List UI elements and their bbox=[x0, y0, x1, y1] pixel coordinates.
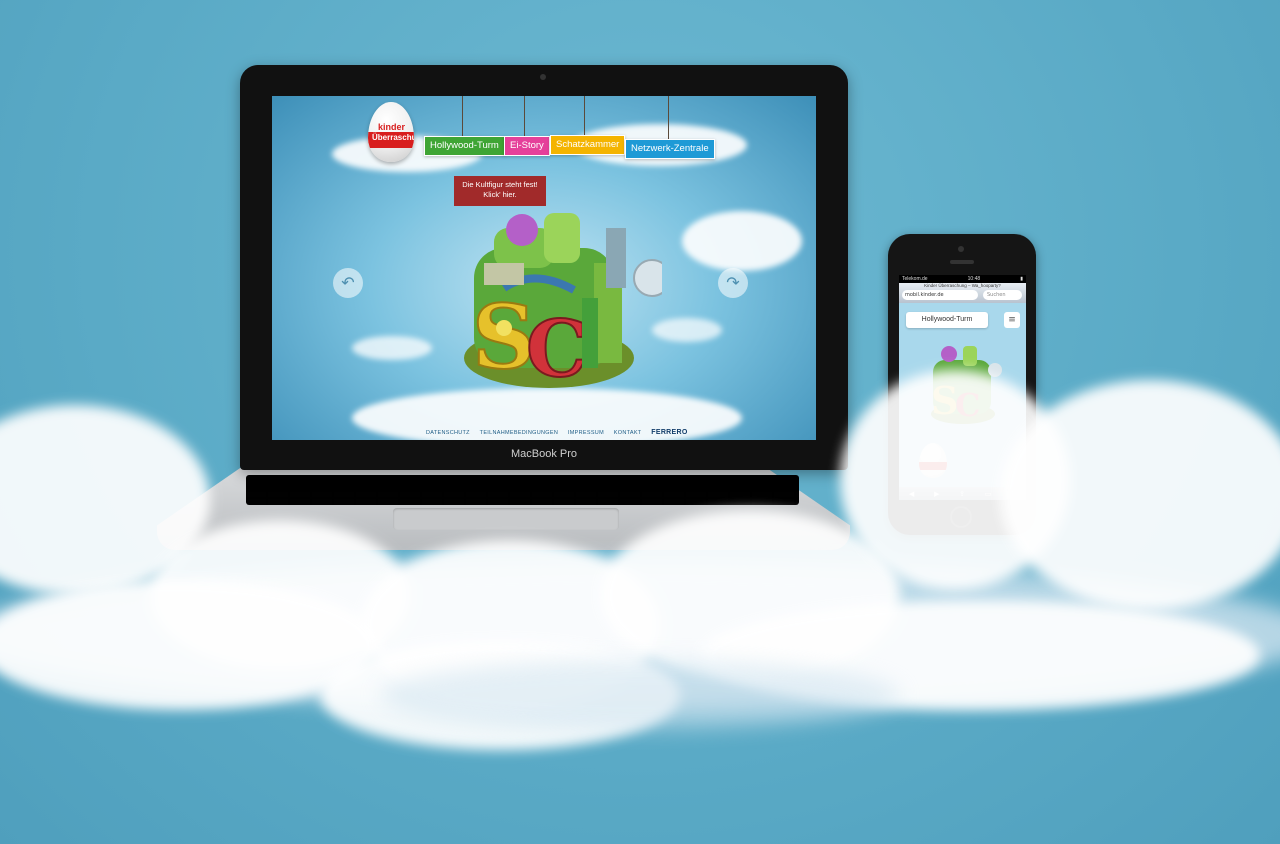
back-arrow-icon: ↶ bbox=[341, 273, 355, 292]
nav-string bbox=[584, 96, 585, 136]
time-label: 10:48 bbox=[967, 276, 981, 282]
laptop-screen: kinder Überraschung Hollywood-Turm Ei-St… bbox=[272, 96, 816, 440]
mobile-section-select[interactable]: Hollywood-Turm bbox=[906, 312, 988, 328]
phone-speaker bbox=[950, 260, 974, 264]
laptop-trackpad bbox=[393, 508, 619, 530]
logo-kinder-text: kinder bbox=[378, 122, 406, 132]
page-title: Kinder Überraschung – Wa_hooparty? bbox=[924, 283, 1001, 288]
floating-island-illustration[interactable]: S C bbox=[444, 208, 662, 398]
svg-text:C: C bbox=[526, 304, 588, 395]
kinder-egg-logo[interactable]: kinder Überraschung bbox=[368, 102, 414, 162]
phone-statusbar: Telekom.de 10:48 ▮ bbox=[899, 275, 1026, 283]
site-footer-links: DATENSCHUTZ TEILNAHMEBEDINGUNGEN IMPRESS… bbox=[422, 429, 692, 436]
search-field[interactable]: Suchen bbox=[983, 290, 1022, 300]
footer-link-impressum[interactable]: IMPRESSUM bbox=[568, 430, 604, 436]
phone-camera bbox=[958, 246, 964, 252]
carrier-label: Telekom.de bbox=[902, 276, 928, 282]
battery-icon: ▮ bbox=[1020, 276, 1023, 282]
nav-hollywood-turm[interactable]: Hollywood-Turm bbox=[424, 136, 505, 156]
footer-ferrero-logo[interactable]: FERRERO bbox=[651, 429, 687, 436]
browser-bar: Kinder Überraschung – Wa_hooparty? mobil… bbox=[899, 283, 1026, 303]
url-field[interactable]: mobil.kinder.de bbox=[902, 290, 978, 300]
nav-netzwerk-zentrale[interactable]: Netzwerk-Zentrale bbox=[625, 139, 715, 159]
screen-cloud bbox=[352, 336, 432, 360]
nav-string bbox=[462, 96, 463, 136]
carousel-prev-button[interactable]: ↶ bbox=[333, 268, 363, 298]
laptop-brand-label: MacBook Pro bbox=[510, 448, 578, 460]
nav-string bbox=[524, 96, 525, 138]
nav-string bbox=[668, 96, 669, 140]
footer-link-teilnahme[interactable]: TEILNAHMEBEDINGUNGEN bbox=[480, 430, 558, 436]
nav-schatzkammer[interactable]: Schatzkammer bbox=[550, 135, 626, 155]
logo-product-text: Überraschung bbox=[372, 133, 414, 142]
laptop-camera bbox=[540, 74, 546, 80]
screen-cloud bbox=[682, 211, 802, 271]
screen-cloud bbox=[652, 318, 722, 342]
footer-link-kontakt[interactable]: KONTAKT bbox=[614, 430, 642, 436]
laptop: MacBook Pro kinder Überraschung Hollywoo… bbox=[240, 65, 848, 470]
laptop-keyboard bbox=[246, 475, 799, 505]
forward-arrow-icon: ↷ bbox=[726, 273, 740, 292]
carousel-next-button[interactable]: ↷ bbox=[718, 268, 748, 298]
nav-ei-story[interactable]: Ei-Story bbox=[504, 136, 550, 156]
hamburger-icon[interactable]: ≡ bbox=[1004, 312, 1020, 328]
footer-link-datenschutz[interactable]: DATENSCHUTZ bbox=[426, 430, 470, 436]
promo-banner[interactable]: Die Kultfigur steht fest! Klick' hier. bbox=[454, 176, 546, 206]
